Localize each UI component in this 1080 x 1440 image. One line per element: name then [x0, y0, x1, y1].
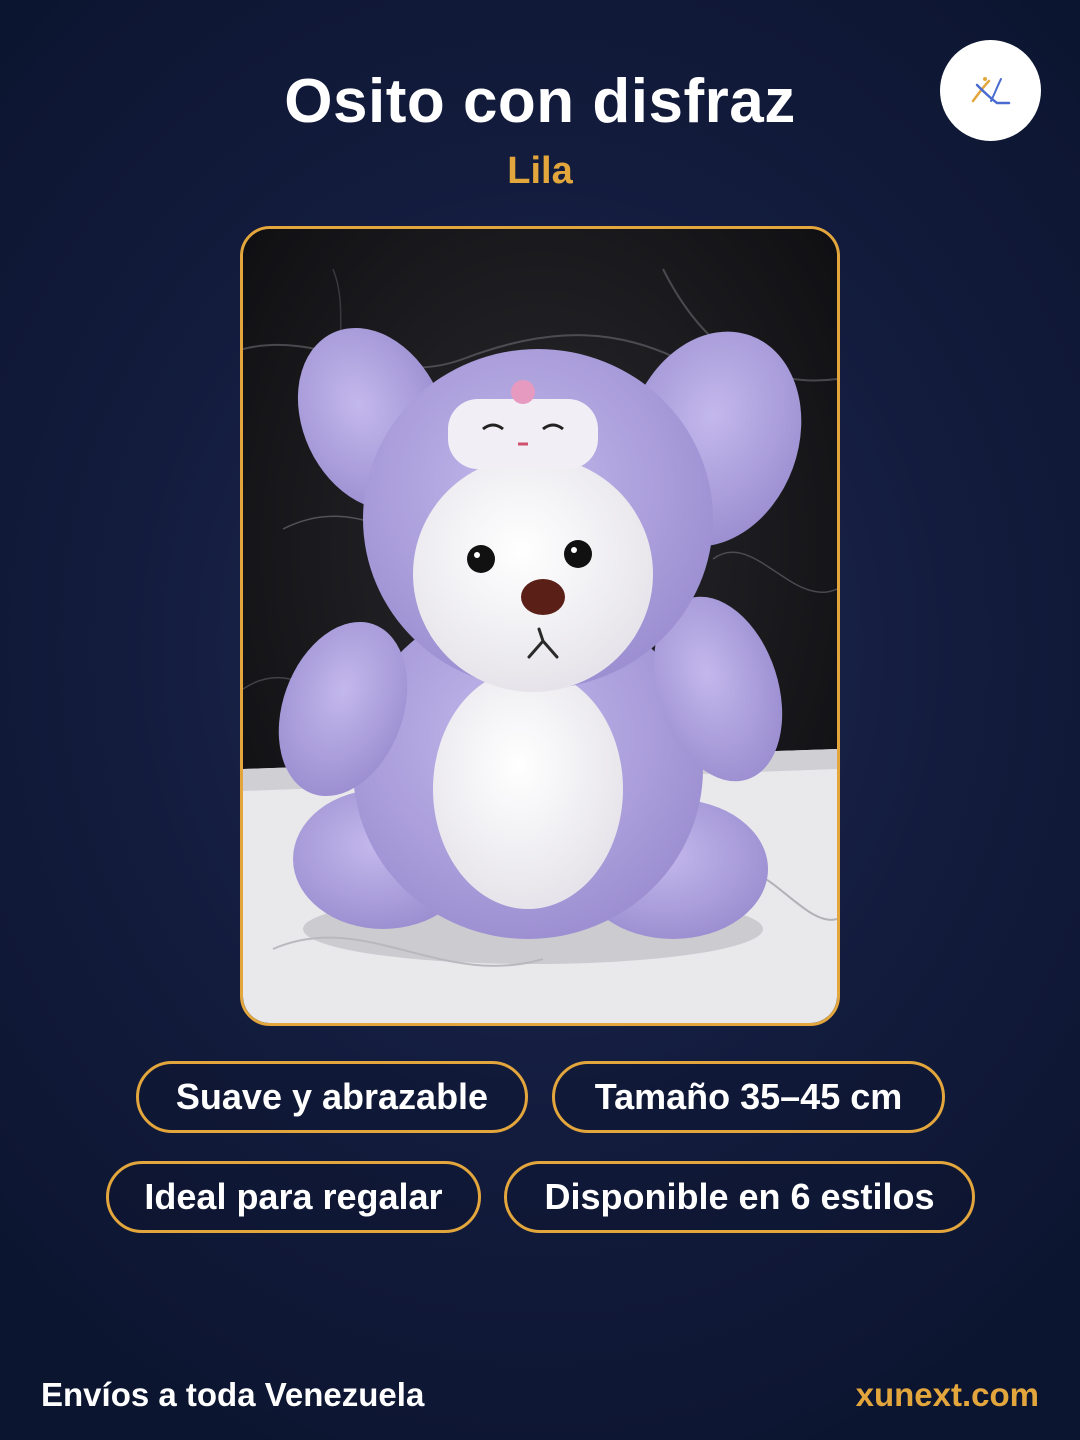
plush-bear-photo — [243, 229, 837, 1023]
feature-chip-styles: Disponible en 6 estilos — [504, 1161, 975, 1233]
color-variant-label: Lila — [507, 150, 573, 192]
shipping-note: Envíos a toda Venezuela — [41, 1376, 425, 1413]
product-photo — [240, 226, 840, 1026]
feature-chip-size: Tamaño 35–45 cm — [552, 1061, 945, 1133]
brand-logo-icon — [971, 76, 1010, 104]
feature-chip-gift: Ideal para regalar — [106, 1161, 481, 1233]
brand-logo[interactable] — [940, 40, 1041, 141]
page-title: Osito con disfraz — [284, 67, 796, 136]
website-link[interactable]: xunext.com — [856, 1376, 1039, 1414]
feature-chip-soft: Suave y abrazable — [136, 1061, 528, 1133]
